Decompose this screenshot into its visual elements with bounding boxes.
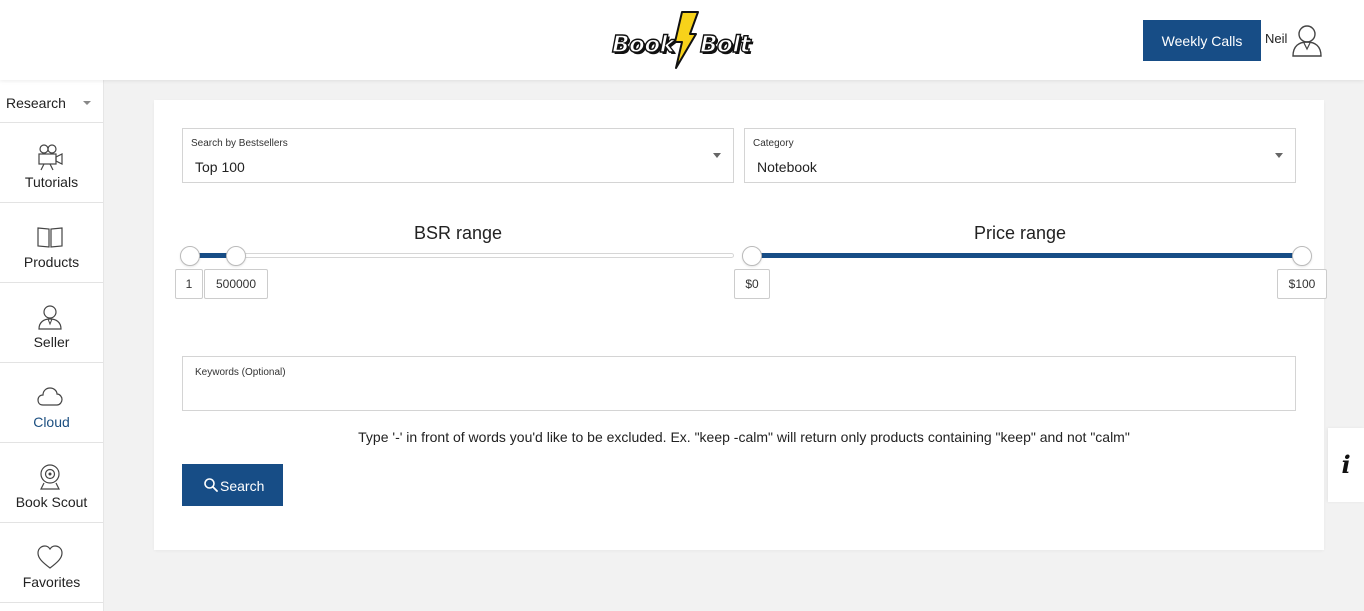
book-bolt-logo[interactable]: Book Bolt (611, 10, 758, 70)
bsr-range-track[interactable] (182, 253, 734, 258)
bsr-min-handle[interactable] (180, 246, 200, 266)
user-avatar-icon[interactable] (1290, 22, 1324, 58)
sidebar-item-label: Cloud (33, 414, 70, 430)
lightning-bolt-icon (674, 11, 699, 69)
search-icon (204, 478, 218, 492)
seller-icon (38, 305, 62, 330)
sidebar-item-seller[interactable]: Seller (0, 283, 103, 363)
camera-icon (38, 144, 63, 171)
price-range-title: Price range (973, 223, 1067, 243)
bestsellers-select-value: Top 100 (195, 159, 245, 175)
category-select[interactable]: Category Notebook (744, 128, 1296, 183)
top-bar: Book Bolt Weekly Calls Neil (0, 0, 1364, 80)
cloud-icon (37, 387, 63, 406)
bsr-max-handle[interactable] (226, 246, 246, 266)
research-dropdown[interactable]: Research (0, 80, 103, 123)
keywords-hint: Type '-' in front of words you'd like to… (358, 429, 1130, 445)
category-select-label: Category (753, 138, 794, 149)
keywords-field-label: Keywords (Optional) (195, 367, 286, 378)
info-button[interactable]: i (1328, 428, 1364, 502)
search-button-label: Search (220, 478, 265, 494)
logo-text-bolt: Bolt (699, 31, 751, 58)
sidebar-item-tutorials[interactable]: Tutorials (0, 123, 103, 203)
chevron-down-icon (1275, 153, 1283, 158)
user-name[interactable]: Neil (1265, 31, 1287, 46)
weekly-calls-button[interactable]: Weekly Calls (1143, 20, 1261, 61)
keywords-input[interactable] (195, 383, 1283, 405)
bsr-min-value[interactable]: 1 (175, 269, 203, 299)
search-card: Search by Bestsellers Top 100 Category N… (154, 100, 1327, 550)
price-max-handle[interactable] (1292, 246, 1312, 266)
search-button[interactable]: Search (182, 464, 283, 506)
chevron-down-icon (713, 153, 721, 158)
research-dropdown-label: Research (6, 95, 66, 111)
webcam-icon (40, 464, 60, 490)
sidebar-item-label: Favorites (22, 574, 81, 590)
sidebar-item-products[interactable]: Products (0, 203, 103, 283)
sidebar-item-book-scout[interactable]: Book Scout (0, 443, 103, 523)
chevron-down-icon (83, 101, 91, 105)
sidebar-item-cloud[interactable]: Cloud (0, 363, 103, 443)
price-range-fill (752, 253, 1302, 258)
sidebar-item-favorites[interactable]: Favorites (0, 523, 103, 603)
logo-text-book: Book (611, 31, 675, 58)
price-min-value[interactable]: $0 (734, 269, 770, 299)
bestsellers-select[interactable]: Search by Bestsellers Top 100 (182, 128, 734, 183)
price-max-value[interactable]: $100 (1277, 269, 1327, 299)
price-min-handle[interactable] (742, 246, 762, 266)
heart-icon (37, 545, 63, 569)
book-icon (37, 227, 63, 248)
bsr-max-value[interactable]: 500000 (204, 269, 268, 299)
sidebar: Research Tutorials Products Seller Cloud… (0, 80, 104, 611)
sidebar-item-label: Products (23, 254, 80, 270)
bsr-range-title: BSR range (413, 223, 503, 243)
sidebar-item-label: Seller (33, 334, 70, 350)
bestsellers-select-label: Search by Bestsellers (191, 138, 288, 149)
sidebar-item-label: Tutorials (24, 174, 79, 190)
category-select-value: Notebook (757, 159, 817, 175)
keywords-field[interactable]: Keywords (Optional) (182, 356, 1296, 411)
sidebar-item-label: Book Scout (15, 494, 88, 510)
